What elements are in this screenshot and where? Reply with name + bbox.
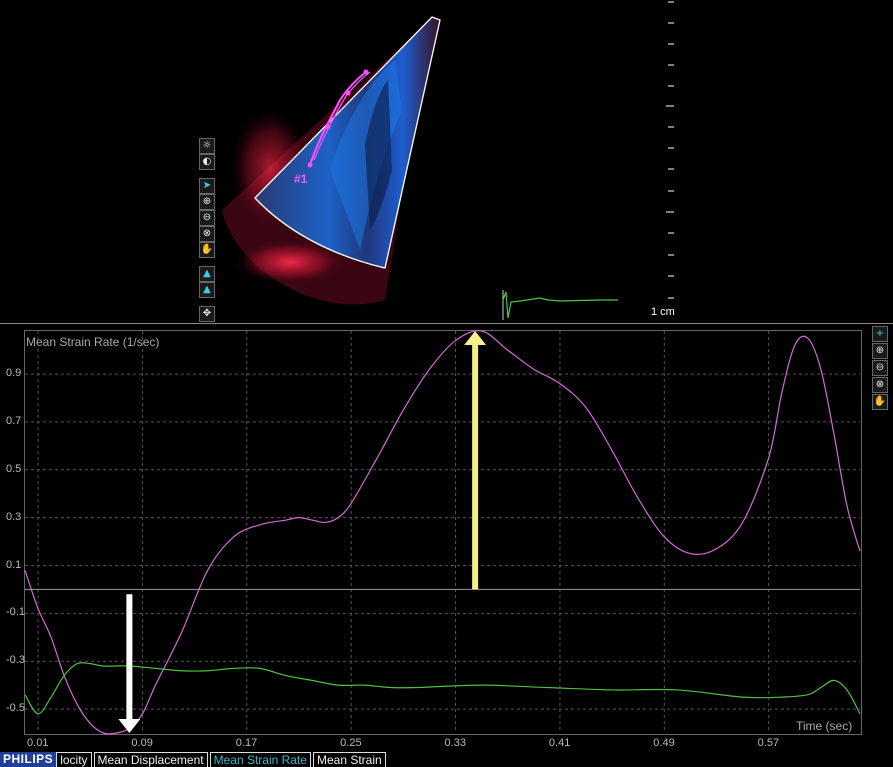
roi-label: #1 [294,172,308,186]
y-tick-label: -0.1 [6,606,25,619]
x-tick-label: 0.09 [131,737,153,749]
zoom-in-icon[interactable]: ⊕ [872,343,888,359]
add-icon[interactable]: + [872,326,888,342]
contrast-icon[interactable]: ◐ [199,154,215,170]
philips-logo: PHILIPS [0,752,57,767]
mini-ecg-trace [502,291,618,319]
tab-mean-strain[interactable]: Mean Strain [312,752,386,767]
tab-mean-strain-rate[interactable]: Mean Strain Rate [209,752,311,767]
y-tick-label: 0.7 [6,414,22,427]
x-axis-label: Time (sec) [796,719,853,733]
zoom-reset-icon[interactable]: ⊗ [199,226,215,242]
settings-icon[interactable]: ✥ [199,306,215,322]
y-tick-label: 0.1 [6,558,22,571]
y-tick-label: 0.9 [6,367,22,380]
zoom-in-icon[interactable]: ⊕ [199,194,215,210]
sector-fill-icon[interactable]: ▲ [199,282,215,298]
x-tick-label: 0.33 [444,737,466,749]
x-tick-label: 0.49 [653,737,675,749]
pan-hand-icon[interactable]: ✋ [199,242,215,258]
chart-title: Mean Strain Rate (1/sec) [26,335,160,349]
y-tick-label: 0.3 [6,510,22,523]
y-tick-label: -0.3 [6,654,25,667]
pointer-icon[interactable]: ➤ [199,178,215,194]
x-tick-label: 0.01 [27,737,49,749]
tab-bar: PHILIPS locity Mean Displacement Mean St… [0,752,893,767]
sector-icon[interactable]: ▲ [199,266,215,282]
y-tick-label: 0.5 [6,462,22,475]
zoom-reset-icon[interactable]: ⊗ [872,377,888,393]
x-tick-label: 0.41 [548,737,571,749]
x-tick-label: 0.17 [235,737,258,749]
x-tick-label: 0.25 [340,737,362,749]
depth-scale [666,1,674,299]
zoom-out-icon[interactable]: ⊖ [872,360,888,376]
x-tick-label: 0.57 [757,737,780,749]
zoom-out-icon[interactable]: ⊖ [199,210,215,226]
scale-label: 1 cm [651,306,675,318]
tab-mean-displacement[interactable]: Mean Displacement [93,752,208,767]
y-tick-label: -0.5 [6,702,25,715]
echo-image-panel[interactable] [0,0,893,322]
plot-area[interactable] [24,330,862,735]
brightness-icon[interactable]: ☼ [199,138,215,154]
pan-hand-icon[interactable]: ✋ [872,394,888,410]
tab-velocity[interactable]: locity [56,752,92,767]
